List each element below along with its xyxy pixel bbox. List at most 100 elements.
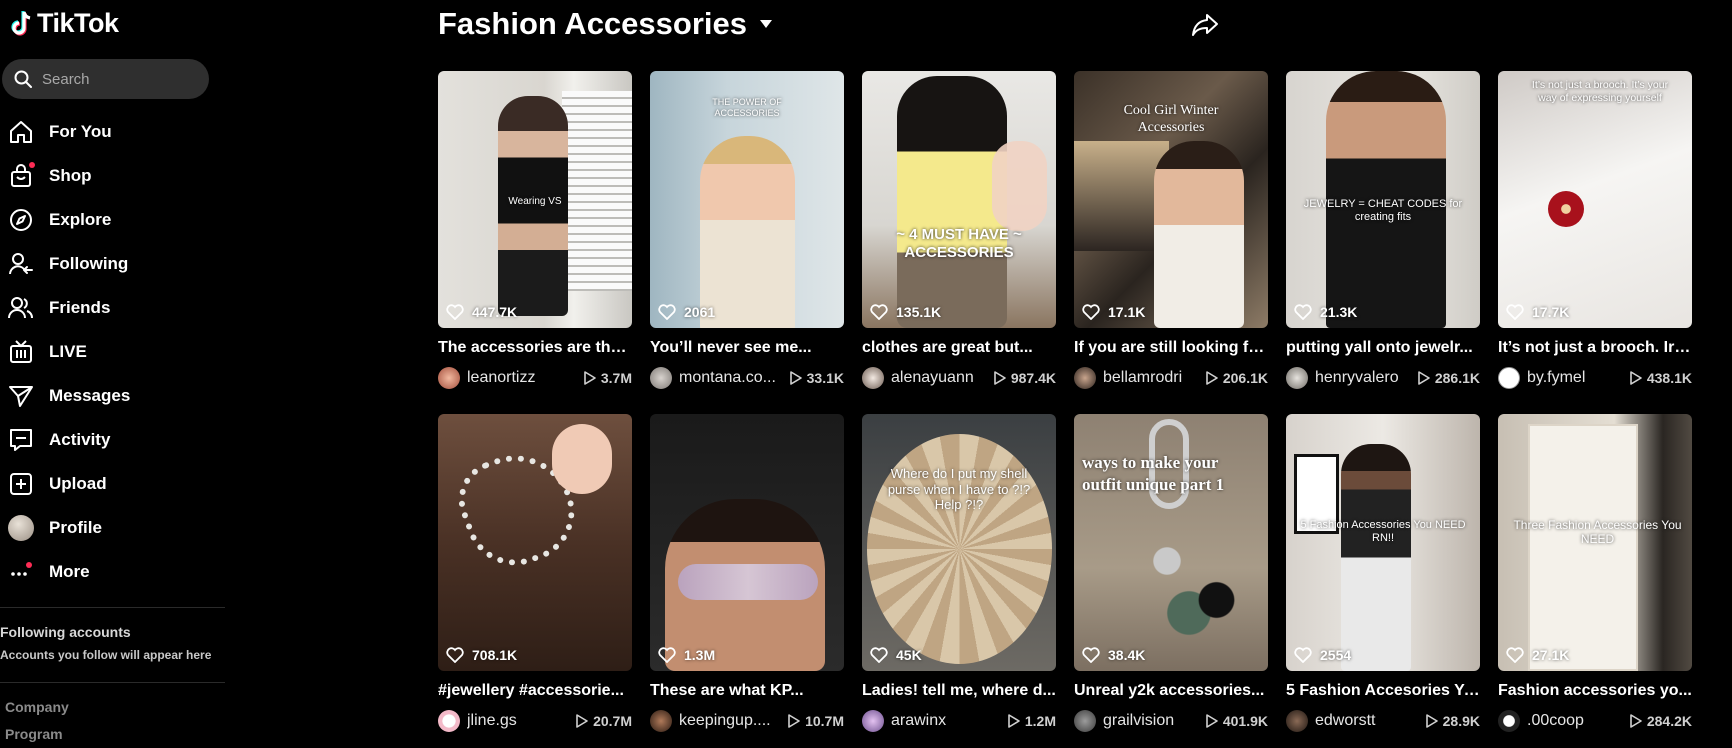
video-thumbnail[interactable]: THE POWER OF ACCESSORIES 2061 [650,71,844,328]
nav-item-more[interactable]: More [0,550,225,594]
avatar[interactable] [438,710,460,732]
logo-text: TikTok [37,8,119,38]
avatar[interactable] [1286,367,1308,389]
nav-item-profile[interactable]: Profile [0,506,225,550]
video-caption[interactable]: clothes are great but... [862,339,1056,357]
video-thumbnail[interactable]: 708.1K [438,414,632,671]
author-username[interactable]: by.fymel [1527,369,1630,387]
avatar[interactable] [650,710,672,732]
avatar[interactable] [1074,367,1096,389]
nav-item-live[interactable]: LIVE [0,330,225,374]
avatar[interactable] [438,367,460,389]
nav-item-upload[interactable]: Upload [0,462,225,506]
video-meta: leanortizz 3.7M [438,366,632,390]
video-caption[interactable]: Unreal y2k accessories... [1074,682,1268,700]
video-grid: Wearing VS 447.7K The accessories are th… [438,71,1692,748]
author-username[interactable]: .00coop [1527,712,1630,730]
author-username[interactable]: montana.co... [679,369,790,387]
video-caption[interactable]: putting yall onto jewelr... [1286,339,1480,357]
avatar[interactable] [1074,710,1096,732]
video-thumbnail[interactable]: Where do I put my shell purse when I hav… [862,414,1056,671]
nav-item-activity[interactable]: Activity [0,418,225,462]
page-title-dropdown[interactable]: Fashion Accessories [438,6,773,42]
author-username[interactable]: keepingup.... [679,712,788,730]
video-meta: bellamrodri 206.1K [1074,366,1268,390]
nav-label: For You [49,122,112,141]
like-count: 135.1K [870,304,941,320]
sunglasses [678,564,818,600]
video-thumbnail[interactable]: ~ 4 MUST HAVE ~ ACCESSORIES 135.1K [862,71,1056,328]
author-username[interactable]: edworstt [1315,712,1426,730]
search-bar[interactable] [2,59,209,99]
avatar[interactable] [1498,367,1520,389]
avatar[interactable] [1286,710,1308,732]
nav-item-friends[interactable]: Friends [0,286,225,330]
video-thumbnail[interactable]: ways to make your outfit unique part 1 3… [1074,414,1268,671]
video-thumbnail[interactable]: JEWELRY = CHEAT CODES for creating fits … [1286,71,1480,328]
avatar[interactable] [862,710,884,732]
video-caption[interactable]: Fashion accessories yo... [1498,682,1692,700]
video-overlay-text: Cool Girl Winter Accessories [1123,103,1219,135]
author-username[interactable]: henryvalero [1315,369,1418,387]
video-meta: henryvalero 286.1K [1286,366,1480,390]
play-count-value: 1.2M [1024,713,1056,729]
footer-program-link[interactable]: Program [5,726,63,742]
author-username[interactable]: alenayuann [891,369,994,387]
nav-item-messages[interactable]: Messages [0,374,225,418]
like-count-value: 2554 [1320,647,1352,663]
play-count: 284.2K [1630,713,1692,729]
video-thumbnail[interactable]: Three Fashion Accessories You NEED 27.1K [1498,414,1692,671]
video-caption[interactable]: These are what KP... [650,682,844,700]
like-count-value: 27.1K [1532,647,1570,663]
author-username[interactable]: bellamrodri [1103,369,1206,387]
video-meta: by.fymel 438.1K [1498,366,1692,390]
video-overlay-text: ways to make your outfit unique part 1 [1082,453,1225,495]
like-count: 17.1K [1082,304,1145,320]
video-thumbnail[interactable]: Cool Girl Winter Accessories 17.1K [1074,71,1268,328]
like-count-value: 17.1K [1108,304,1146,320]
person-figure [1341,444,1411,671]
video-thumbnail[interactable]: Wearing VS 447.7K [438,71,632,328]
door [1528,424,1638,671]
window-blinds [562,91,632,291]
video-caption[interactable]: Ladies! tell me, where d... [862,682,1056,700]
video-card: 1.3M These are what KP... keepingup.... … [650,414,844,748]
video-thumbnail[interactable]: 1.3M [650,414,844,671]
video-caption[interactable]: 5 Fashion Accesories Yo... [1286,682,1480,700]
share-icon[interactable] [1190,10,1220,40]
nav-item-shop[interactable]: Shop [0,154,225,198]
author-username[interactable]: arawinx [891,712,1008,730]
search-input[interactable] [42,70,192,88]
avatar[interactable] [650,367,672,389]
nav-item-following[interactable]: Following [0,242,225,286]
like-count: 17.7K [1506,304,1569,320]
video-caption[interactable]: The accessories are the... [438,339,632,357]
avatar[interactable] [862,367,884,389]
sidebar-divider [0,682,225,683]
footer-company-link[interactable]: Company [5,699,69,715]
nav-label: Shop [49,166,92,185]
nav-item-explore[interactable]: Explore [0,198,225,242]
play-icon [994,371,1006,385]
video-caption[interactable]: If you are still looking fo... [1074,339,1268,357]
play-count-value: 438.1K [1646,370,1692,386]
play-count: 20.7M [576,713,632,729]
video-caption[interactable]: #jewellery #accessorie... [438,682,632,700]
nav-label: Explore [49,210,112,229]
play-count-value: 28.9K [1442,713,1480,729]
author-username[interactable]: jline.gs [467,712,576,730]
video-card: JEWELRY = CHEAT CODES for creating fits … [1286,71,1480,414]
tiktok-logo[interactable]: TikTok [9,8,119,39]
video-thumbnail[interactable]: It’s not just a brooch. It’s your way of… [1498,71,1692,328]
video-thumbnail[interactable]: 5 Fashion Accessories You NEED RN!! 2554 [1286,414,1480,671]
video-caption[interactable]: It’s not just a brooch. Iri... [1498,339,1692,357]
hand-shape [992,141,1047,231]
author-username[interactable]: leanortizz [467,369,584,387]
nav-item-for-you[interactable]: For You [0,110,225,154]
video-meta: jline.gs 20.7M [438,709,632,733]
play-icon [788,714,800,728]
video-caption[interactable]: You’ll never see me... [650,339,844,357]
search-icon [14,70,32,88]
avatar[interactable] [1498,710,1520,732]
author-username[interactable]: grailvision [1103,712,1206,730]
